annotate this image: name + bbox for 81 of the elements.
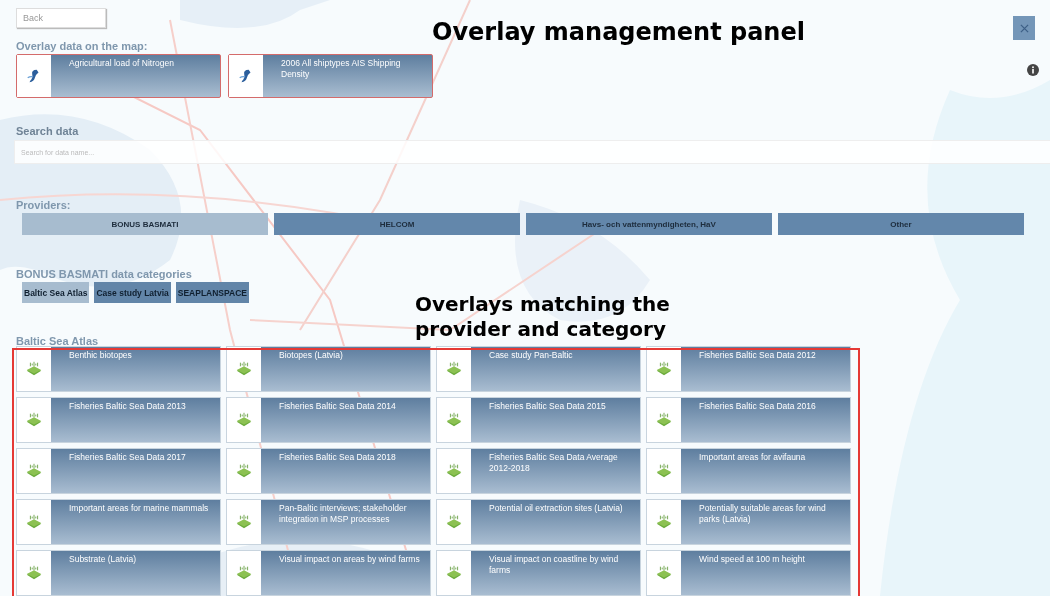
layers-icon [25,513,43,531]
overlay-name: 2006 All shiptypes AIS Shipping Density [280,57,402,81]
section-heading: Providers: [16,199,72,211]
layers-icon [445,360,463,378]
category-tab[interactable]: Baltic Sea Atlas [22,282,90,303]
annotation-text: Overlays matching the provider and category [415,292,671,342]
layers-icon [655,513,673,531]
dataset-card[interactable]: Fisheries Baltic Sea Data 2013 [16,397,221,443]
dataset-card[interactable]: Case study Pan-Baltic [436,346,641,392]
dataset-card[interactable]: Important areas for marine mammals [16,499,221,545]
provider-tab[interactable]: BONUS BASMATI [22,213,268,235]
layers-icon [445,462,463,480]
layers-icon [445,513,463,531]
dataset-name: Wind speed at 100 m height [698,553,806,566]
dataset-name: Important areas for marine mammals [68,502,210,515]
layers-icon [655,564,673,582]
dataset-card[interactable]: Visual impact on areas by wind farms [226,550,431,596]
category-tab[interactable]: SEAPLANSPACE [175,282,250,303]
dataset-name: Fisheries Baltic Sea Data 2014 [278,400,397,413]
layers-icon [25,360,43,378]
dataset-name: Potentially suitable areas for wind parks (Latvia) [698,502,827,526]
dataset-card[interactable]: Wind speed at 100 m height [646,550,851,596]
dataset-name: Fisheries Baltic Sea Data 2015 [488,400,607,413]
layers-icon [235,411,253,429]
section-heading: BONUS BASMATI data categories [16,268,193,280]
dataset-card[interactable]: Fisheries Baltic Sea Data 2014 [226,397,431,443]
dataset-card[interactable]: Fisheries Baltic Sea Data 2012 [646,346,851,392]
dataset-name: Visual impact on coastline by wind farms [488,553,620,577]
dataset-card[interactable]: Fisheries Baltic Sea Data Average 2012-2018 [436,448,641,494]
category-tab[interactable]: Case study Latvia [94,282,171,303]
annotation-text: Overlay management panel [432,18,805,46]
dataset-card[interactable]: Fisheries Baltic Sea Data 2016 [646,397,851,443]
provider-tab[interactable]: Other [778,213,1024,235]
section-heading: Baltic Sea Atlas [16,335,100,343]
layers-icon [655,411,673,429]
layers-icon [25,462,43,480]
dataset-card[interactable]: Biotopes (Latvia) [226,346,431,392]
overlay-name: Agricultural load of Nitrogen [68,57,175,70]
dataset-name: Substrate (Latvia) [68,553,138,566]
dataset-card[interactable]: Potential oil extraction sites (Latvia) [436,499,641,545]
layers-icon [445,411,463,429]
active-overlay-card[interactable]: 2006 All shiptypes AIS Shipping Density [228,54,433,98]
layers-icon [235,360,253,378]
dataset-card[interactable]: Fisheries Baltic Sea Data 2018 [226,448,431,494]
dataset-name: Fisheries Baltic Sea Data 2016 [698,400,817,413]
dataset-name: Benthic biotopes [68,349,133,362]
layers-icon [235,462,253,480]
provider-tab[interactable]: HELCOM [274,213,520,235]
dataset-name: Fisheries Baltic Sea Data 2017 [68,451,187,464]
dataset-name: Case study Pan-Baltic [488,349,574,362]
layers-icon [655,462,673,480]
dataset-name: Important areas for avifauna [698,451,807,464]
dataset-name: Biotopes (Latvia) [278,349,344,362]
dataset-card[interactable]: Pan-Baltic interviews; stakeholder integration in MSP processes [226,499,431,545]
layers-icon [445,564,463,582]
layers-icon [655,360,673,378]
dataset-card[interactable]: Potentially suitable areas for wind parks (Latvia) [646,499,851,545]
dataset-name: Fisheries Baltic Sea Data 2013 [68,400,187,413]
active-overlay-card[interactable]: Agricultural load of Nitrogen [16,54,221,98]
dataset-card[interactable]: Important areas for avifauna [646,448,851,494]
layers-icon [235,564,253,582]
dataset-card[interactable]: Fisheries Baltic Sea Data 2015 [436,397,641,443]
layers-icon [25,411,43,429]
dataset-name: Fisheries Baltic Sea Data 2012 [698,349,817,362]
close-icon [1019,23,1029,33]
dataset-card[interactable]: Fisheries Baltic Sea Data 2017 [16,448,221,494]
dataset-name: Visual impact on areas by wind farms [278,553,421,566]
section-heading: Overlay data on the map: [16,40,149,52]
section-heading: Search data [16,125,80,137]
layers-icon [235,513,253,531]
dataset-name: Fisheries Baltic Sea Data Average 2012-2018 [488,451,619,475]
dataset-name: Pan-Baltic interviews; stakeholder integration in MSP processes [278,502,408,526]
provider-tab[interactable]: Havs- och vattenmyndigheten, HaV [526,213,772,235]
dataset-name: Potential oil extraction sites (Latvia) [488,502,624,515]
dataset-card[interactable]: Substrate (Latvia) [16,550,221,596]
layers-icon [25,564,43,582]
dataset-name: Fisheries Baltic Sea Data 2018 [278,451,397,464]
info-icon[interactable] [1027,64,1039,76]
dataset-card[interactable]: Visual impact on coastline by wind farms [436,550,641,596]
back-button[interactable]: Back [16,8,106,28]
dataset-card[interactable]: Benthic biotopes [16,346,221,392]
